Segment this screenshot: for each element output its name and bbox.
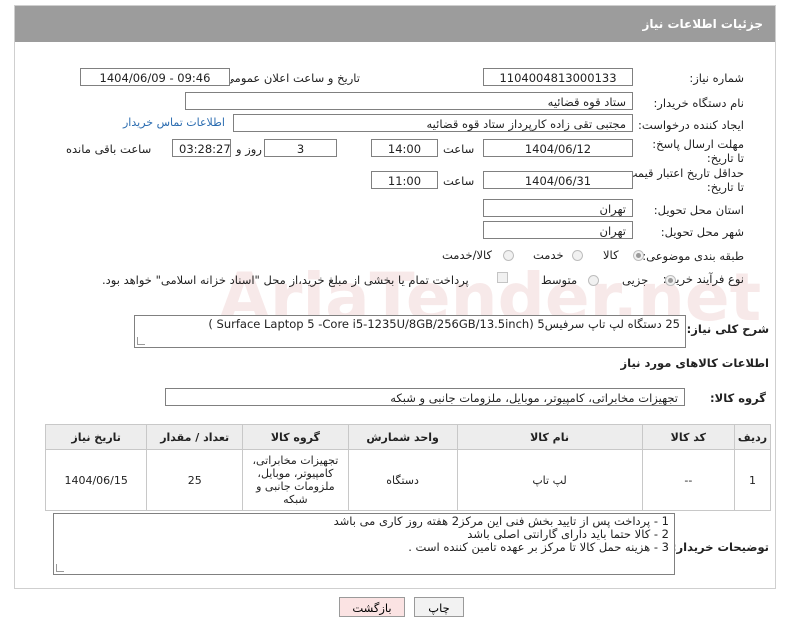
- validity-time-label: ساعت: [443, 174, 475, 188]
- table-header-row: ردیف کد کالا نام کالا واحد شمارش گروه کا…: [44, 424, 771, 450]
- category-option-service: خدمت: [533, 248, 564, 262]
- description-label: شرح کلی نیاز:: [686, 322, 769, 336]
- cell-item-code: --: [641, 449, 736, 511]
- creator-label: ایجاد کننده درخواست:: [638, 118, 744, 132]
- deadline-date-field: 1404/06/12: [483, 139, 633, 157]
- table-row: 1 -- لپ تاپ دستگاه تجهیزات مخابراتی، کام…: [44, 449, 771, 511]
- category-label: طبقه بندی موضوعی:: [642, 249, 744, 263]
- goods-group-label: گروه کالا:: [710, 391, 766, 405]
- announce-datetime-field: 1404/06/09 - 09:46: [80, 68, 230, 86]
- cell-unit: دستگاه: [347, 449, 458, 511]
- need-number-field: 1104004813000133: [483, 68, 633, 86]
- resize-grip-icon[interactable]: [137, 337, 145, 345]
- buyer-note-line: 3 - هزینه حمل کالا تا مرکز بر عهده تامین…: [408, 540, 669, 554]
- process-radio-minor[interactable]: [665, 275, 676, 286]
- category-radio-service[interactable]: [572, 250, 583, 261]
- announce-label: تاریخ و ساعت اعلان عمومی:: [221, 71, 360, 85]
- cell-row-number: 1: [734, 449, 771, 511]
- col-header-quantity: تعداد / مقدار: [146, 424, 244, 450]
- cell-item-name: لپ تاپ: [456, 449, 643, 511]
- back-button[interactable]: بازگشت: [339, 597, 405, 617]
- days-remaining-field: 3: [264, 139, 337, 157]
- validity-date-field: 1404/06/31: [483, 171, 633, 189]
- deadline-time-label: ساعت: [443, 142, 475, 156]
- validity-time-field: 11:00: [371, 171, 438, 189]
- resize-grip-icon[interactable]: [56, 564, 64, 572]
- city-label: شهر محل تحویل:: [660, 225, 744, 239]
- panel-header: جزئیات اطلاعات نیاز: [15, 6, 775, 42]
- buyer-org-label: نام دستگاه خریدار:: [653, 96, 744, 110]
- province-field: تهران: [483, 199, 633, 217]
- description-text: 25 دستگاه لپ تاپ سرفیس5 (Surface Laptop …: [208, 317, 680, 331]
- col-header-need-date: تاریخ نیاز: [44, 424, 148, 450]
- cell-group: تجهیزات مخابراتی، کامپیوتر، موبایل، ملزو…: [242, 449, 349, 511]
- validity-label: حداقل تاریخ اعتبار قیمت: تا تاریخ:: [622, 166, 744, 194]
- col-header-row-number: ردیف: [734, 424, 771, 450]
- col-header-group: گروه کالا: [242, 424, 349, 450]
- cell-quantity: 25: [146, 449, 244, 511]
- buyer-org-field: ستاد قوه قضائیه: [185, 92, 633, 110]
- col-header-unit: واحد شمارش: [347, 424, 458, 450]
- process-radio-medium[interactable]: [588, 275, 599, 286]
- need-number-label: شماره نیاز:: [689, 71, 744, 85]
- time-remaining-label: ساعت باقی مانده: [66, 142, 152, 156]
- category-option-goods: کالا: [603, 248, 619, 262]
- category-radio-goods[interactable]: [633, 250, 644, 261]
- category-radio-goods-service[interactable]: [503, 250, 514, 261]
- description-textarea[interactable]: 25 دستگاه لپ تاپ سرفیس5 (Surface Laptop …: [134, 315, 686, 348]
- goods-info-title: اطلاعات کالاهای مورد نیاز: [620, 356, 769, 370]
- buyer-notes-label: توضیحات خریدار:: [671, 540, 769, 554]
- panel-title: جزئیات اطلاعات نیاز: [642, 17, 763, 31]
- process-option-medium: متوسط: [541, 273, 578, 287]
- col-header-item-name: نام کالا: [456, 424, 643, 450]
- city-field: تهران: [483, 221, 633, 239]
- province-label: استان محل تحویل:: [653, 203, 744, 217]
- col-header-item-code: کد کالا: [641, 424, 736, 450]
- process-option-minor: جزیی: [622, 273, 649, 287]
- print-button[interactable]: چاپ: [414, 597, 464, 617]
- deadline-label: مهلت ارسال پاسخ: تا تاریخ:: [652, 137, 744, 165]
- category-option-goods-service: کالا/خدمت: [442, 248, 493, 262]
- days-label: روز و: [236, 142, 262, 156]
- treasury-payment-note: پرداخت تمام یا بخشی از مبلغ خرید،از محل …: [102, 273, 469, 287]
- buyer-contact-link[interactable]: اطلاعات تماس خریدار: [123, 116, 225, 129]
- goods-group-field: تجهیزات مخابراتی، کامپیوتر، موبایل، ملزو…: [165, 388, 685, 406]
- cell-need-date: 1404/06/15: [44, 449, 148, 511]
- time-remaining-field: 03:28:27: [172, 139, 231, 157]
- treasury-payment-checkbox[interactable]: [497, 272, 508, 283]
- creator-field: مجتبی تقی زاده کارپرداز ستاد قوه قضائیه: [233, 114, 633, 132]
- deadline-time-field: 14:00: [371, 139, 438, 157]
- buyer-notes-textarea[interactable]: 1 - پرداخت پس از تایید بخش فنی این مرکز2…: [53, 513, 675, 575]
- goods-table: ردیف کد کالا نام کالا واحد شمارش گروه کا…: [44, 424, 771, 511]
